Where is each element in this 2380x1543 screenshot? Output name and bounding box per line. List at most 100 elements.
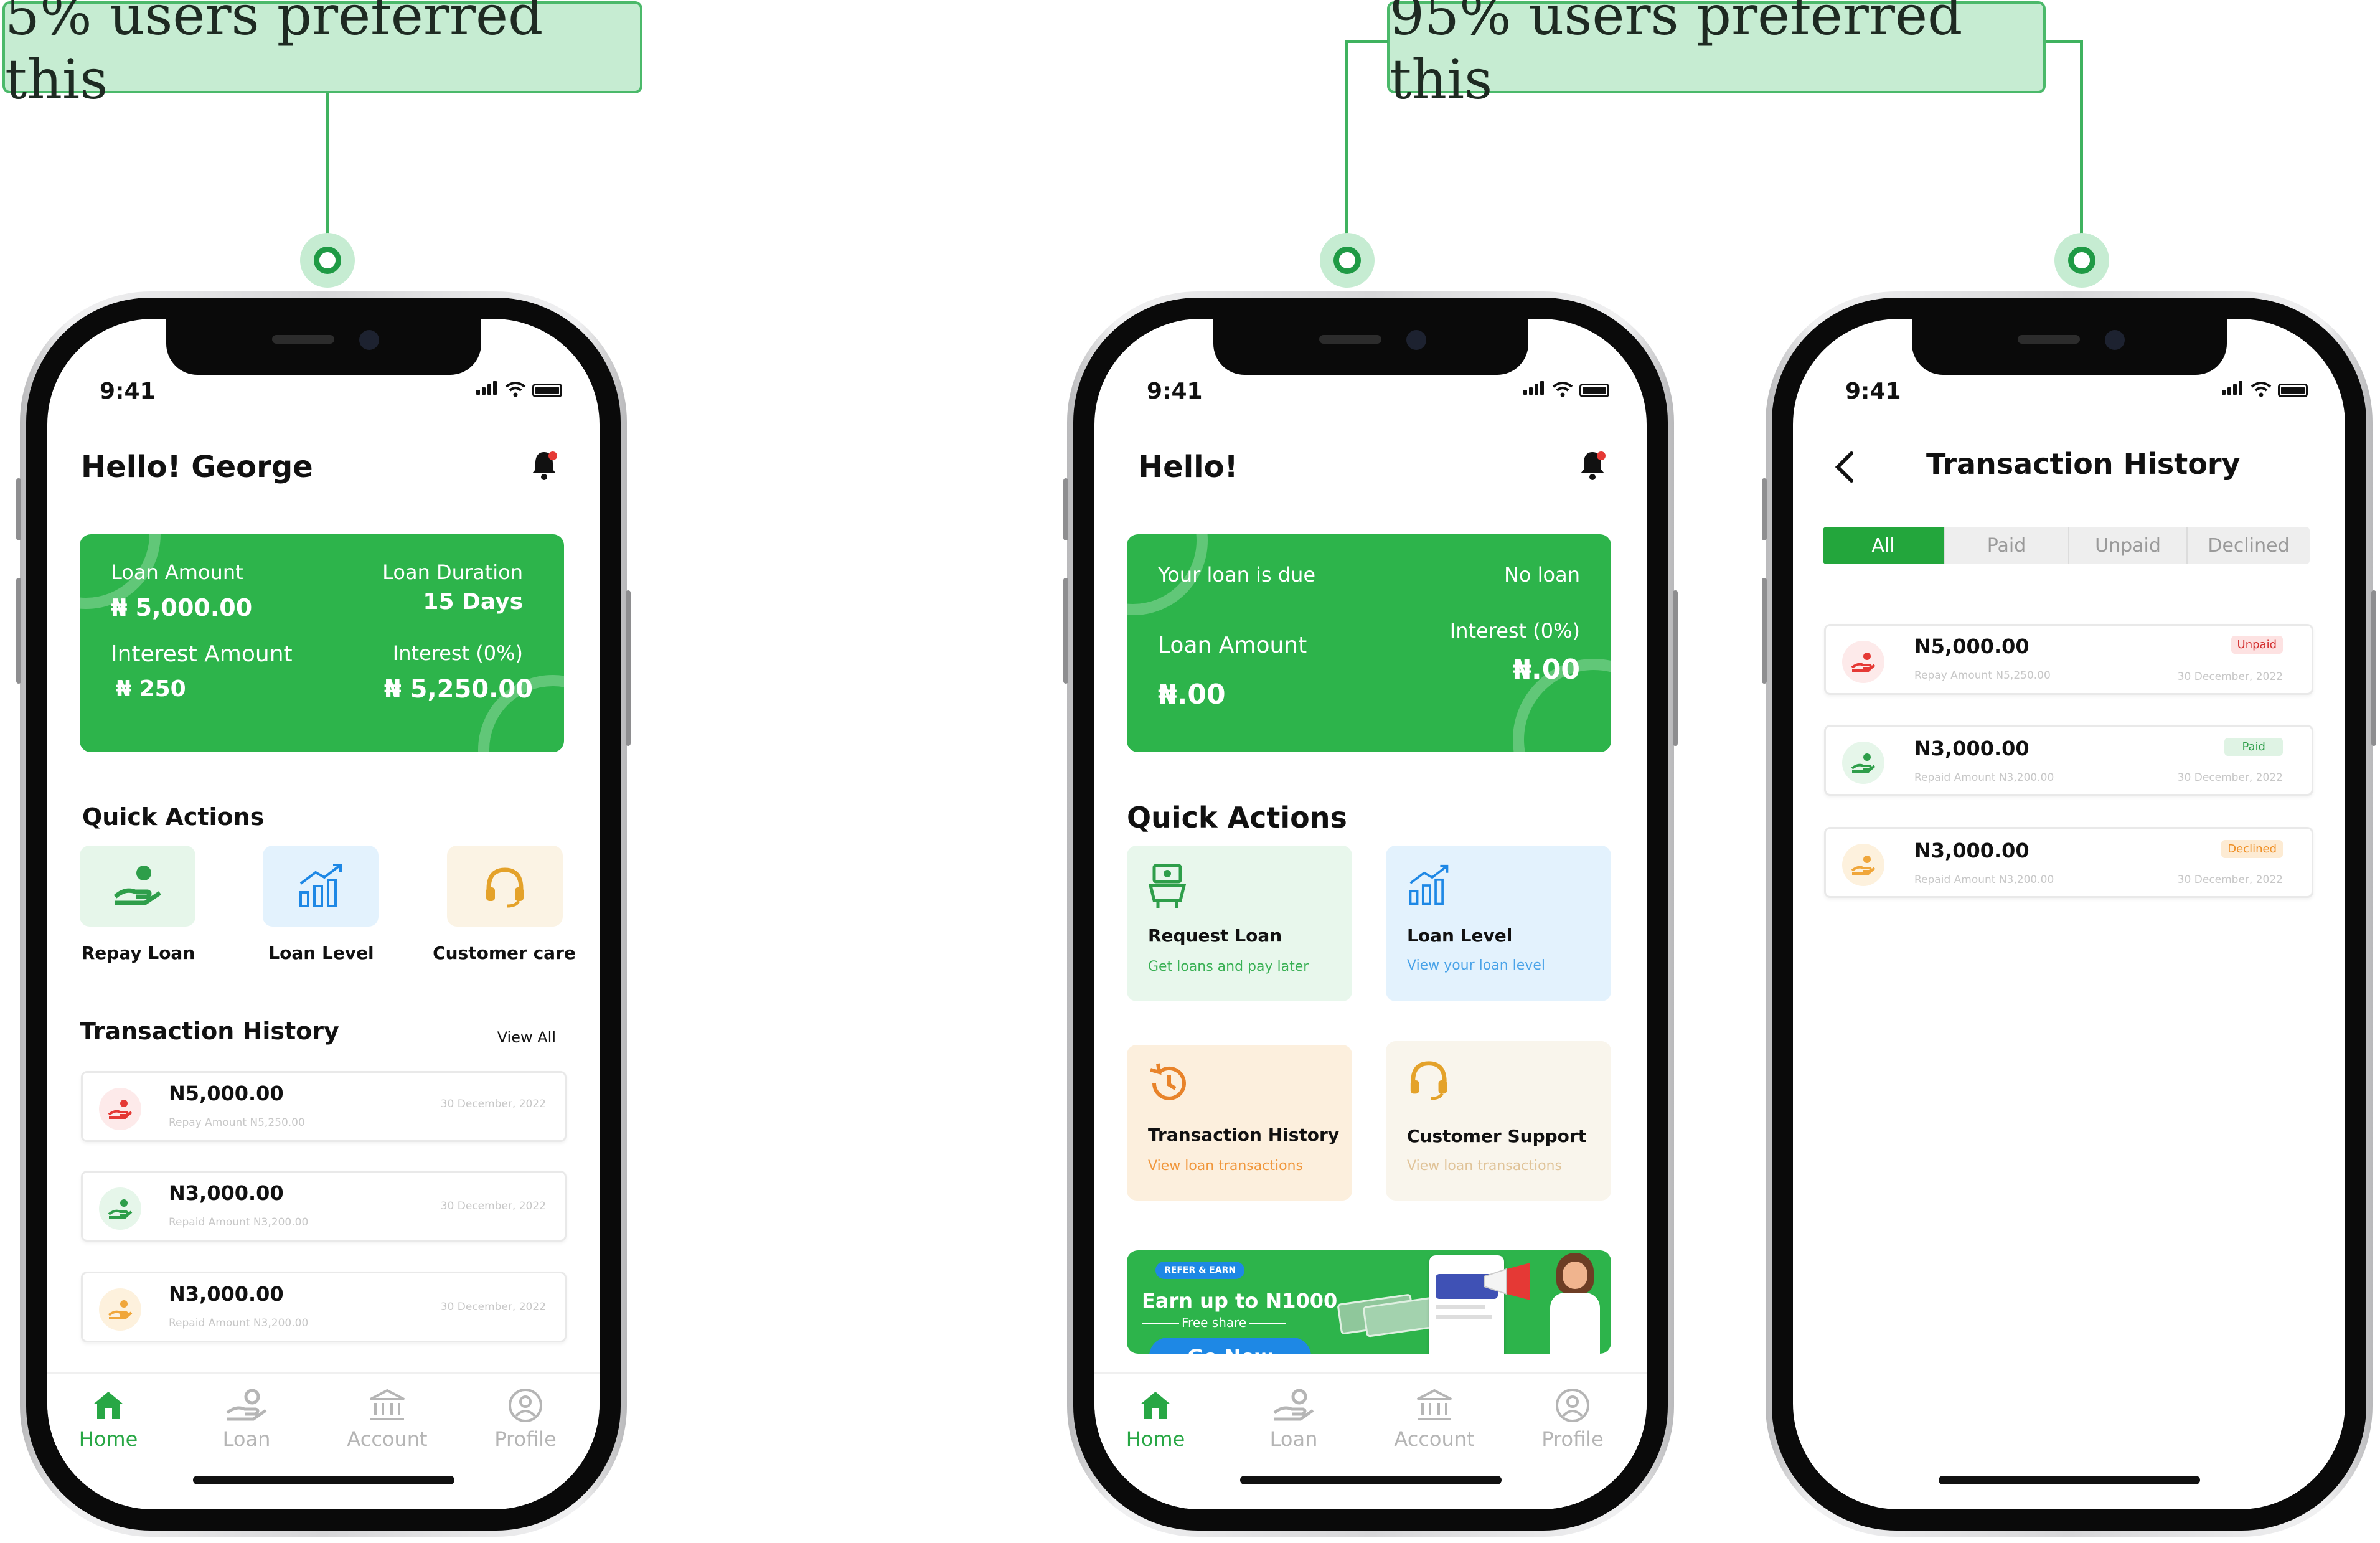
headset-icon <box>1410 1061 1447 1100</box>
wifi-icon <box>2251 382 2272 397</box>
tab-account[interactable]: Account <box>1385 1384 1484 1451</box>
status-badge: Paid <box>2224 738 2283 756</box>
signal-icon <box>1523 381 1546 397</box>
customer-support-title: Customer Support <box>1407 1126 1587 1146</box>
refer-earn-banner[interactable]: REFER & EARN Earn up to N1000 Free share… <box>1127 1250 1611 1354</box>
transaction-row[interactable]: N3,000.00 Repaid Amount N3,200.00 Declin… <box>1824 827 2313 898</box>
tab-account[interactable]: Account <box>337 1384 437 1451</box>
tab-loan[interactable]: Loan <box>197 1384 296 1451</box>
status-time: 9:41 <box>1147 379 1203 404</box>
loan-level-icon <box>1409 864 1449 905</box>
transaction-row[interactable]: N5,000.00 Repay Amount N5,250.00 30 Dece… <box>81 1071 567 1142</box>
home-icon <box>93 1392 123 1419</box>
interest-rate-label: Interest (0%) <box>392 641 523 665</box>
transaction-date: 30 December, 2022 <box>440 1200 546 1212</box>
transaction-filter-tabs: All Paid Unpaid Declined <box>1823 527 2310 564</box>
bottom-tab-bar: Home Loan Account Profile <box>47 1372 600 1509</box>
loan-status-card: Your loan is due No loan Loan Amount ₦.0… <box>1127 534 1611 752</box>
profile-icon <box>509 1389 542 1422</box>
screen-transaction-history: 9:41 Transaction History All Paid Unpaid… <box>1793 319 2345 1509</box>
transaction-date: 30 December, 2022 <box>440 1098 546 1110</box>
transaction-row[interactable]: N3,000.00 Repaid Amount N3,200.00 30 Dec… <box>81 1272 567 1342</box>
megaphone-icon <box>1484 1263 1530 1300</box>
transaction-row[interactable]: N3,000.00 Repaid Amount N3,200.00 Paid 3… <box>1824 725 2313 796</box>
transaction-amount: N3,000.00 <box>1914 737 2030 760</box>
notification-bell-icon[interactable] <box>1579 450 1606 481</box>
profile-icon <box>1556 1389 1589 1422</box>
repay-loan-button[interactable] <box>80 846 195 927</box>
view-all-link[interactable]: View All <box>497 1029 556 1046</box>
transaction-history-card-title: Transaction History <box>1148 1125 1340 1145</box>
go-now-button[interactable]: Go Now <box>1149 1338 1311 1354</box>
callout-right: 95% users preferred this <box>1387 0 2046 111</box>
callout-right-marker-left <box>1320 233 1375 288</box>
loan-level-sub: View your loan level <box>1407 958 1545 973</box>
signal-icon <box>476 381 499 397</box>
total-repay-value: ₦ 5,250.00 <box>383 675 533 704</box>
refer-earn-tag: REFER & EARN <box>1155 1262 1245 1279</box>
filter-all[interactable]: All <box>1823 527 1945 564</box>
greeting: Hello! <box>1138 450 1238 484</box>
battery-icon <box>1579 384 1609 397</box>
transaction-amount: N5,000.00 <box>1914 635 2030 658</box>
callout-right-connector-left-v <box>1345 40 1348 257</box>
loan-level-title: Loan Level <box>1407 925 1513 946</box>
interest-amount-label: Interest Amount <box>111 641 293 667</box>
request-loan-card[interactable]: Request Loan Get loans and pay later <box>1127 846 1352 1001</box>
interest-label: Interest (0%) <box>1449 619 1580 643</box>
tab-loan[interactable]: Loan <box>1244 1384 1343 1451</box>
loan-due-label: Your loan is due <box>1158 563 1316 587</box>
status-time: 9:41 <box>1845 379 1901 404</box>
tab-loan-label: Loan <box>222 1427 271 1451</box>
transaction-row[interactable]: N3,000.00 Repaid Amount N3,200.00 30 Dec… <box>81 1171 567 1242</box>
notification-bell-icon[interactable] <box>530 450 558 481</box>
transaction-date: 30 December, 2022 <box>2177 671 2283 683</box>
screen-home-b: 9:41 Hello! Your loan is due No loan Loa… <box>1094 319 1647 1509</box>
home-indicator <box>1938 1476 2200 1484</box>
repay-icon <box>1851 653 1876 672</box>
customer-support-card[interactable]: Customer Support View loan transactions <box>1386 1041 1611 1201</box>
transaction-history-card[interactable]: Transaction History View loan transactio… <box>1127 1045 1352 1201</box>
tab-home-label: Home <box>1126 1427 1185 1451</box>
loan-amount-label: Loan Amount <box>1158 633 1307 658</box>
tab-home[interactable]: Home <box>1106 1384 1205 1451</box>
signal-icon <box>2222 381 2244 397</box>
headset-icon <box>486 867 524 908</box>
tab-profile[interactable]: Profile <box>476 1384 575 1451</box>
loan-amount-label: Loan Amount <box>111 560 243 584</box>
customer-support-sub: View loan transactions <box>1407 1158 1562 1174</box>
filter-paid[interactable]: Paid <box>1945 527 2069 564</box>
callout-left-connector <box>326 93 329 257</box>
transaction-date: 30 December, 2022 <box>440 1301 546 1313</box>
customer-care-button[interactable] <box>447 846 563 927</box>
bank-icon <box>370 1389 405 1420</box>
screen-home-a: 9:41 Hello! George Loan Amount ₦ 5,000.0… <box>47 319 600 1509</box>
loan-icon <box>226 1389 267 1421</box>
callout-right-connector-right-h <box>2046 40 2083 43</box>
repay-loan-label: Repay Loan <box>81 943 195 963</box>
loan-level-card[interactable]: Loan Level View your loan level <box>1386 846 1611 1001</box>
back-arrow-icon[interactable] <box>1833 450 1858 484</box>
transaction-amount: N3,000.00 <box>1914 839 2030 862</box>
status-icons <box>1523 381 1609 397</box>
bank-icon <box>1417 1389 1452 1420</box>
tab-profile-label: Profile <box>494 1427 557 1451</box>
callout-right-marker-right <box>2054 233 2109 288</box>
repay-icon <box>1851 753 1876 773</box>
filter-unpaid[interactable]: Unpaid <box>2069 527 2188 564</box>
filter-declined[interactable]: Declined <box>2188 527 2310 564</box>
repay-icon <box>108 1300 133 1319</box>
wifi-icon <box>505 382 526 397</box>
repay-icon <box>108 1199 133 1219</box>
loan-level-button[interactable] <box>263 846 379 927</box>
tab-loan-label: Loan <box>1269 1427 1318 1451</box>
repay-loan-icon <box>113 866 161 905</box>
transaction-row[interactable]: N5,000.00 Repay Amount N5,250.00 Unpaid … <box>1824 624 2313 695</box>
tab-profile[interactable]: Profile <box>1523 1384 1622 1451</box>
phone-variant-b-history: 9:41 Transaction History All Paid Unpaid… <box>1762 291 2376 1537</box>
home-indicator <box>1239 1476 1502 1484</box>
loan-duration-label: Loan Duration <box>382 560 523 584</box>
woman-illustration <box>1538 1253 1606 1354</box>
tab-home[interactable]: Home <box>59 1384 158 1451</box>
callout-right-connector-right-v <box>2080 40 2083 257</box>
